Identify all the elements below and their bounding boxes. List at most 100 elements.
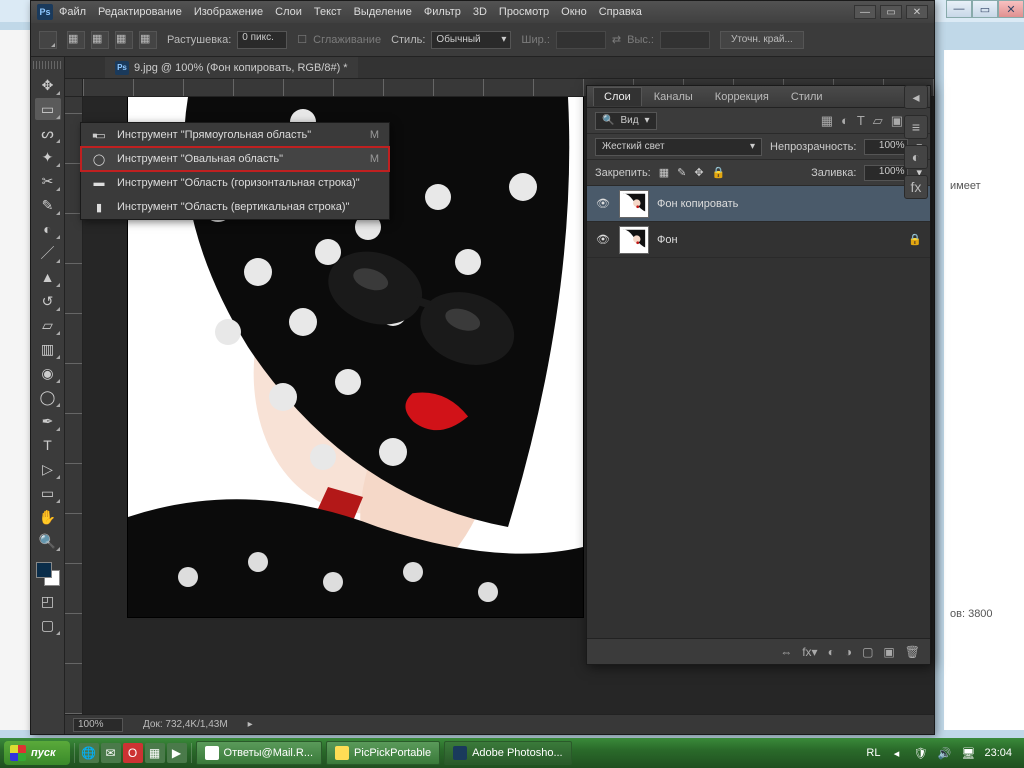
lasso-tool[interactable]: ᔕ	[35, 122, 61, 144]
layer-filter-select[interactable]: 🔍 Вид ▾	[595, 112, 657, 130]
layer-group-icon[interactable]: ▢	[862, 645, 873, 659]
stamp-tool[interactable]: ▲	[35, 266, 61, 288]
dock-styles-icon[interactable]: fx	[904, 175, 928, 199]
layer-thumbnail[interactable]	[619, 190, 649, 218]
filter-pixel-icon[interactable]: ▦	[821, 113, 833, 129]
menu-select[interactable]: Выделение	[354, 6, 412, 18]
os-minimize-button[interactable]: —	[946, 0, 972, 18]
tray-icon[interactable]: 🖥	[960, 745, 976, 761]
panel-tab-channels[interactable]: Каналы	[644, 88, 703, 106]
menu-view[interactable]: Просмотр	[499, 6, 549, 18]
layers-panel[interactable]: Слои Каналы Коррекция Стили ≡ 🔍 Вид ▾ ▦ …	[586, 85, 931, 665]
menu-window[interactable]: Окно	[561, 6, 587, 18]
new-selection-icon[interactable]: ▦	[67, 31, 85, 49]
layer-name[interactable]: Фон	[657, 234, 678, 246]
taskbar-item[interactable]: PicPickPortable	[326, 741, 440, 765]
tray-clock[interactable]: 23:04	[984, 747, 1012, 759]
ps-maximize-button[interactable]: ▭	[880, 5, 902, 19]
eraser-tool[interactable]: ▱	[35, 314, 61, 336]
crop-tool[interactable]: ✂	[35, 170, 61, 192]
opacity-input[interactable]: 100%	[864, 139, 908, 155]
fill-input[interactable]: 100%	[864, 165, 908, 181]
layer-mask-icon[interactable]: ◐	[828, 645, 835, 659]
eyedropper-tool[interactable]: ✎	[35, 194, 61, 216]
type-tool[interactable]: T	[35, 434, 61, 456]
visibility-toggle[interactable]: 👁	[595, 232, 611, 248]
layer-thumbnail[interactable]	[619, 226, 649, 254]
panel-tab-adjustments[interactable]: Коррекция	[705, 88, 779, 106]
dodge-tool[interactable]: ◯	[35, 386, 61, 408]
tray-icon[interactable]: 🛡	[912, 745, 928, 761]
link-layers-icon[interactable]: ⇔	[780, 645, 792, 659]
brush-tool[interactable]: ／	[35, 242, 61, 264]
ruler-origin[interactable]	[65, 79, 83, 97]
zoom-tool[interactable]: 🔍	[35, 530, 61, 552]
flyout-item-row-marquee[interactable]: ▬ Инструмент "Область (горизонтальная ст…	[81, 171, 389, 195]
lock-position-icon[interactable]: ✥	[694, 166, 703, 179]
quickmask-toggle[interactable]: ◰	[35, 590, 61, 612]
foreground-color[interactable]	[36, 562, 52, 578]
filter-adjust-icon[interactable]: ◐	[841, 113, 849, 129]
tray-lang[interactable]: RL	[866, 747, 880, 759]
ql-icon[interactable]: O	[123, 743, 143, 763]
lock-pixels-icon[interactable]: ✎	[677, 166, 686, 179]
style-select[interactable]: Обычный▾	[431, 31, 511, 49]
taskbar-item[interactable]: Adobe Photosho...	[444, 741, 572, 765]
dock-layers-icon[interactable]: ≡	[904, 115, 928, 139]
subtract-selection-icon[interactable]: ▦	[115, 31, 133, 49]
layer-row[interactable]: 👁 Фон 🔒	[587, 222, 930, 258]
hand-tool[interactable]: ✋	[35, 506, 61, 528]
move-tool[interactable]: ✥	[35, 74, 61, 96]
blendmode-select[interactable]: Жесткий свет▾	[595, 138, 762, 156]
screenmode-toggle[interactable]: ▢	[35, 614, 61, 636]
menu-file[interactable]: Файл	[59, 6, 86, 18]
ps-close-button[interactable]: ✕	[906, 5, 928, 19]
flyout-item-rect-marquee[interactable]: ▭ Инструмент "Прямоугольная область" M	[81, 123, 389, 147]
blur-tool[interactable]: ◉	[35, 362, 61, 384]
panel-tab-styles[interactable]: Стили	[781, 88, 833, 106]
panel-tab-layers[interactable]: Слои	[593, 87, 642, 106]
antialias-checkbox[interactable]: ☐	[297, 33, 307, 46]
active-tool-preset-icon[interactable]	[39, 31, 57, 49]
document-tab[interactable]: Ps 9.jpg @ 100% (Фон копировать, RGB/8#)…	[105, 57, 358, 78]
ql-icon[interactable]: ▦	[145, 743, 165, 763]
taskbar-item[interactable]: Ответы@Mail.R...	[196, 741, 323, 765]
menu-3d[interactable]: 3D	[473, 6, 487, 18]
tray-expand-icon[interactable]: ◂	[888, 745, 904, 761]
menu-help[interactable]: Справка	[599, 6, 642, 18]
menu-image[interactable]: Изображение	[194, 6, 263, 18]
menu-filter[interactable]: Фильтр	[424, 6, 461, 18]
flyout-item-ellipse-marquee[interactable]: ◯ Инструмент "Овальная область" M	[81, 147, 389, 171]
toolbar-grip[interactable]	[33, 61, 63, 69]
visibility-toggle[interactable]: 👁	[595, 196, 611, 212]
os-close-button[interactable]: ✕	[998, 0, 1024, 18]
dock-expand-icon[interactable]: ◂	[904, 85, 928, 109]
magic-wand-tool[interactable]: ✦	[35, 146, 61, 168]
feather-input[interactable]: 0 пикс.	[237, 31, 287, 49]
history-brush-tool[interactable]: ↺	[35, 290, 61, 312]
path-select-tool[interactable]: ▷	[35, 458, 61, 480]
menu-layers[interactable]: Слои	[275, 6, 302, 18]
ql-icon[interactable]: ▶	[167, 743, 187, 763]
adjustment-layer-icon[interactable]: ◑	[845, 645, 852, 659]
filter-shape-icon[interactable]: ▱	[873, 113, 883, 129]
start-button[interactable]: пуск	[4, 741, 70, 765]
lock-all-icon[interactable]: 🔒	[712, 166, 726, 179]
shape-tool[interactable]: ▭	[35, 482, 61, 504]
delete-layer-icon[interactable]: 🗑	[905, 645, 920, 659]
lock-transparency-icon[interactable]: ▦	[659, 166, 669, 179]
filter-type-icon[interactable]: T	[857, 113, 865, 129]
intersect-selection-icon[interactable]: ▦	[139, 31, 157, 49]
ql-icon[interactable]: 🌐	[79, 743, 99, 763]
add-selection-icon[interactable]: ▦	[91, 31, 109, 49]
pen-tool[interactable]: ✒	[35, 410, 61, 432]
flyout-item-col-marquee[interactable]: ▮ Инструмент "Область (вертикальная стро…	[81, 195, 389, 219]
marquee-tool[interactable]: ▭	[35, 98, 61, 120]
new-layer-icon[interactable]: ▣	[883, 645, 894, 659]
zoom-field[interactable]: 100%	[73, 718, 123, 732]
color-swatches[interactable]	[34, 560, 62, 588]
tray-icon[interactable]: 🔊	[936, 745, 952, 761]
menu-edit[interactable]: Редактирование	[98, 6, 182, 18]
os-maximize-button[interactable]: ▭	[972, 0, 998, 18]
layer-fx-icon[interactable]: fx▾	[802, 645, 817, 659]
